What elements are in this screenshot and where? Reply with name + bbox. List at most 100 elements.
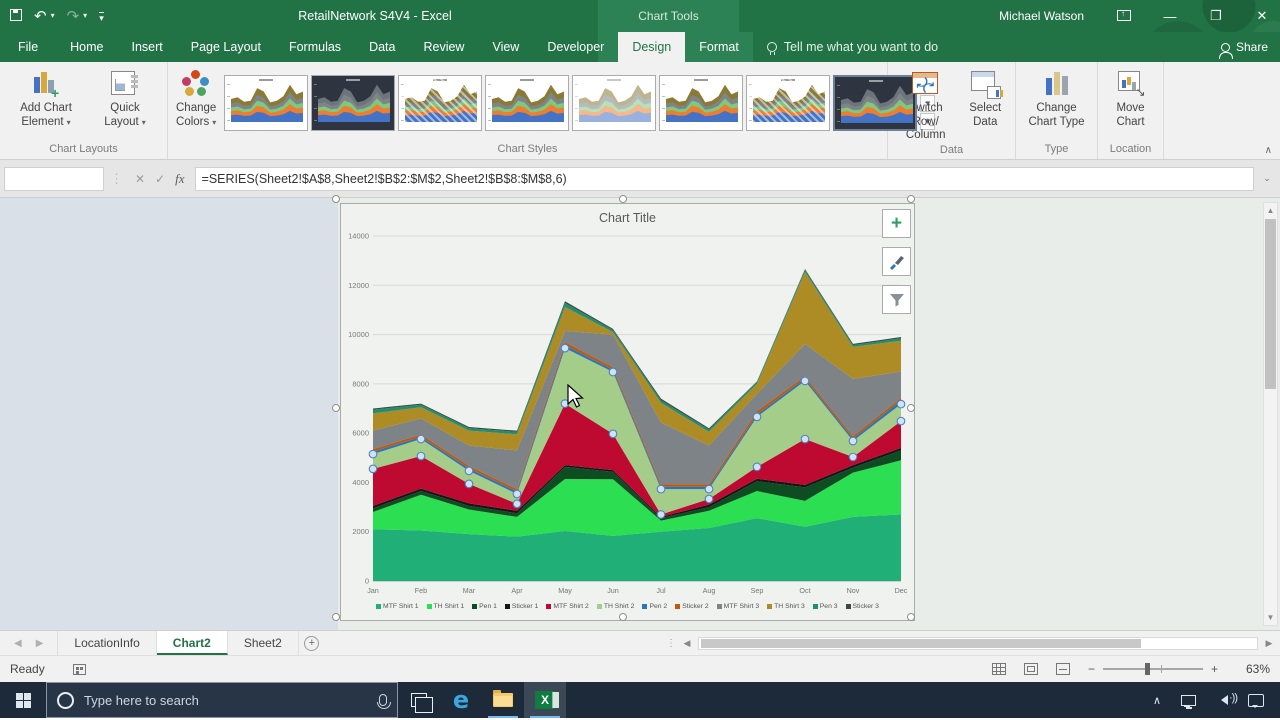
ribbon-tab[interactable]: Design	[618, 32, 685, 62]
undo-caret-icon[interactable]: ▾	[51, 12, 55, 20]
chart-handle-bottom-left[interactable]	[332, 613, 340, 621]
selected-point-bottom[interactable]	[849, 453, 857, 461]
selected-point-bottom[interactable]	[465, 480, 473, 488]
redo-caret-icon[interactable]: ▾	[83, 12, 87, 20]
selected-point-bottom[interactable]	[897, 417, 905, 425]
legend-item[interactable]: TH Shirt 2	[597, 603, 635, 610]
selected-point-top[interactable]	[753, 413, 761, 421]
selected-point-bottom[interactable]	[609, 430, 617, 438]
chart-handle-top-right[interactable]	[907, 195, 915, 203]
undo-icon[interactable]: ↶	[34, 9, 47, 24]
ribbon-tab[interactable]: Page Layout	[177, 32, 275, 62]
hscroll-left-icon[interactable]: ◀	[680, 638, 694, 649]
sheet-tab[interactable]: LocationInfo	[58, 631, 156, 655]
vertical-scrollbar[interactable]: ▲ ▼	[1263, 202, 1278, 626]
chart-handle-mid-left[interactable]	[332, 404, 340, 412]
chart-style-thumbnail[interactable]	[398, 75, 482, 131]
legend-item[interactable]: MTF Shirt 2	[546, 603, 589, 610]
legend-item[interactable]: Sticker 3	[846, 603, 879, 610]
redo-icon[interactable]: ↷	[67, 9, 80, 24]
ribbon-tab[interactable]: Formulas	[275, 32, 355, 62]
minimize-button[interactable]: —	[1160, 9, 1180, 24]
ribbon-tab[interactable]: Home	[56, 32, 117, 62]
selected-point-bottom[interactable]	[417, 452, 425, 460]
chart-handle-bottom-right[interactable]	[907, 613, 915, 621]
ribbon-tab[interactable]: Developer	[533, 32, 618, 62]
legend-item[interactable]: MTF Shirt 3	[717, 603, 760, 610]
chart-style-thumbnail[interactable]	[746, 75, 830, 131]
selected-point-bottom[interactable]	[705, 495, 713, 503]
chart-style-thumbnail[interactable]	[224, 75, 308, 131]
sheet-tab[interactable]: Sheet2	[228, 631, 299, 655]
collapse-ribbon-icon[interactable]: ∧	[1265, 145, 1272, 156]
selected-point-bottom[interactable]	[513, 500, 521, 508]
close-button[interactable]: ✕	[1252, 8, 1272, 24]
ribbon-tab[interactable]: Format	[685, 32, 753, 62]
vertical-scroll-thumb[interactable]	[1265, 219, 1276, 389]
legend-item[interactable]: Sticker 1	[505, 603, 538, 610]
expand-formula-bar-icon[interactable]: ⌄	[1258, 173, 1276, 184]
customize-qat-icon[interactable]: ▾	[99, 9, 104, 24]
action-center-icon[interactable]	[1248, 694, 1264, 707]
microphone-icon[interactable]	[379, 694, 387, 706]
page-layout-view-icon[interactable]	[1024, 663, 1038, 675]
change-colors-button[interactable]: Change Colors▾	[172, 64, 220, 142]
chart-style-thumbnail[interactable]	[572, 75, 656, 131]
selected-point-top[interactable]	[849, 437, 857, 445]
start-button[interactable]	[0, 682, 46, 718]
selected-point-top[interactable]	[657, 485, 665, 493]
legend-item[interactable]: MTF Shirt 1	[376, 603, 419, 610]
ribbon-tab[interactable]: View	[478, 32, 533, 62]
selected-point-top[interactable]	[609, 368, 617, 376]
zoom-in-icon[interactable]: +	[1211, 662, 1218, 676]
file-explorer-button[interactable]	[482, 682, 524, 718]
volume-icon[interactable]	[1216, 695, 1228, 705]
selected-point-bottom[interactable]	[753, 463, 761, 471]
legend-item[interactable]: Sticker 2	[675, 603, 708, 610]
zoom-percentage[interactable]: 63%	[1236, 662, 1270, 676]
user-name[interactable]: Michael Watson	[999, 9, 1084, 23]
chart-style-thumbnail[interactable]	[833, 75, 917, 131]
cancel-formula-icon[interactable]: ✕	[135, 172, 145, 186]
ribbon-tab[interactable]: Insert	[118, 32, 177, 62]
page-break-view-icon[interactable]	[1056, 663, 1070, 675]
zoom-slider-thumb[interactable]	[1145, 663, 1150, 675]
selected-point-bottom[interactable]	[801, 435, 809, 443]
chart-handle-top-center[interactable]	[619, 195, 627, 203]
selected-point-top[interactable]	[561, 344, 569, 352]
sheet-next-icon[interactable]: ▶	[36, 638, 44, 649]
enter-formula-icon[interactable]: ✓	[155, 172, 165, 186]
normal-view-icon[interactable]	[992, 663, 1006, 675]
quick-layout-button[interactable]: Quick Layout▾	[88, 64, 162, 142]
chart-object[interactable]: Chart Title 0200040006000800010000120001…	[340, 203, 915, 621]
restore-button[interactable]: ❐	[1206, 8, 1226, 24]
edge-button[interactable]: e	[440, 682, 482, 718]
selected-point-top[interactable]	[705, 485, 713, 493]
chart-style-thumbnail[interactable]	[659, 75, 743, 131]
selected-point-top[interactable]	[369, 450, 377, 458]
sheet-tab[interactable]: Chart2	[157, 631, 228, 655]
selected-point-top[interactable]	[465, 467, 473, 475]
horizontal-scroll-thumb[interactable]	[701, 639, 1141, 648]
chart-title[interactable]: Chart Title	[341, 211, 914, 225]
chart-handle-bottom-center[interactable]	[619, 613, 627, 621]
taskbar-search[interactable]: Type here to search	[46, 682, 398, 718]
excel-taskbar-button[interactable]: X	[524, 682, 566, 718]
legend-item[interactable]: TH Shirt 3	[767, 603, 805, 610]
ribbon-tab[interactable]: Review	[409, 32, 478, 62]
chart-elements-button[interactable]: +	[882, 209, 911, 238]
horizontal-scrollbar[interactable]	[698, 637, 1258, 650]
chart-style-thumbnail[interactable]	[311, 75, 395, 131]
selected-point-top[interactable]	[801, 377, 809, 385]
selected-point-bottom[interactable]	[657, 511, 665, 519]
sheet-prev-icon[interactable]: ◀	[14, 638, 22, 649]
network-icon[interactable]	[1181, 695, 1196, 706]
legend-item[interactable]: Pen 3	[813, 603, 838, 610]
ribbon-tab[interactable]: Data	[355, 32, 409, 62]
move-chart-button[interactable]: ↘ Move Chart	[1102, 64, 1159, 142]
scroll-up-icon[interactable]: ▲	[1264, 203, 1277, 218]
name-box[interactable]	[4, 167, 104, 191]
new-sheet-button[interactable]: +	[299, 631, 325, 655]
legend-item[interactable]: Pen 1	[472, 603, 497, 610]
formula-input[interactable]: =SERIES(Sheet2!$A$8,Sheet2!$B$2:$M$2,She…	[195, 167, 1254, 191]
